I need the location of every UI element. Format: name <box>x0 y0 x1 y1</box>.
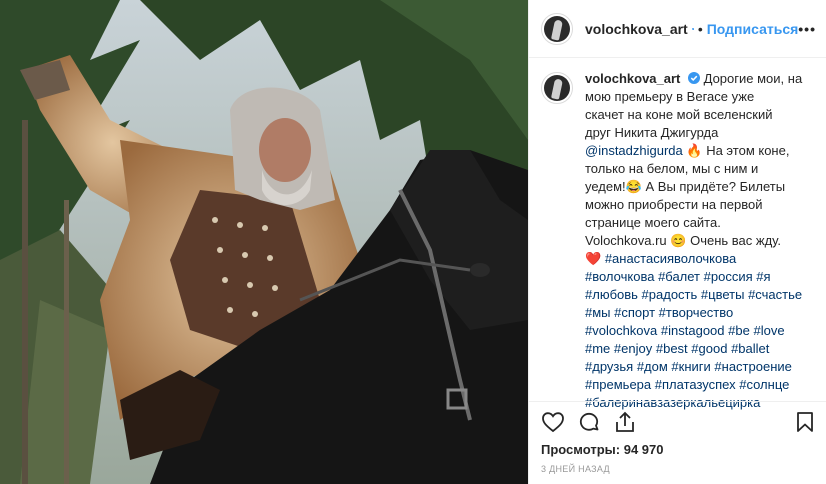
hashtag-link[interactable]: #цветы <box>701 287 745 302</box>
author-username[interactable]: volochkova_art <box>585 21 688 37</box>
heart-emoji: ❤️ <box>585 251 602 266</box>
post-video[interactable] <box>0 0 528 484</box>
hashtag-link[interactable]: #volochkova <box>585 323 657 338</box>
post-timestamp[interactable]: 3 дней назад <box>541 464 610 474</box>
post-actions <box>529 401 826 441</box>
hashtag-link[interactable]: #книги <box>671 359 710 374</box>
bookmark-icon[interactable] <box>793 410 817 434</box>
smile-emoji: 😊 <box>670 233 687 248</box>
caption-line: На этом коне, <box>706 143 790 158</box>
caption-line: только на белом, мы с ним и <box>585 161 759 176</box>
caption-line: мою премьеру в Вегасе уже <box>585 89 755 104</box>
hashtag-link[interactable]: #радость <box>642 287 698 302</box>
follow-button[interactable]: Подписаться <box>707 21 799 37</box>
caption-line: странице моего сайта. <box>585 215 721 230</box>
caption-avatar[interactable] <box>541 72 573 104</box>
hashtag-link[interactable]: #ballet <box>731 341 769 356</box>
hashtag-link[interactable]: #премьера <box>585 377 651 392</box>
caption-line: друг Никита Джигурда <box>585 125 719 140</box>
separator-dot: • <box>697 20 703 37</box>
caption-line: уедем! <box>585 179 626 194</box>
hashtag-list: #анастасияволочкова #волочкова #балет #р… <box>585 251 802 410</box>
caption-line: А Вы придёте? Билеты <box>645 179 786 194</box>
share-icon[interactable] <box>613 410 637 434</box>
hashtag-link[interactable]: #счастье <box>748 287 802 302</box>
verified-badge-icon <box>691 27 694 30</box>
hashtag-link[interactable]: #анастасияволочкова <box>605 251 736 266</box>
more-options-icon[interactable]: ••• <box>798 21 816 37</box>
hashtag-link[interactable]: #платазуспех <box>655 377 736 392</box>
caption-line: Дорогие мои, на <box>703 71 803 86</box>
mention-link[interactable]: @instadzhigurda <box>585 143 683 158</box>
hashtag-link[interactable]: #я <box>756 269 770 284</box>
caption-text: volochkova_art Дорогие мои, на мою премь… <box>585 70 805 412</box>
verified-badge-icon <box>688 72 700 84</box>
hashtag-link[interactable]: #instagood <box>661 323 725 338</box>
hashtag-link[interactable]: #балет <box>658 269 700 284</box>
hashtag-link[interactable]: #настроение <box>714 359 791 374</box>
hashtag-link[interactable]: #спорт <box>614 305 655 320</box>
hashtag-link[interactable]: #me <box>585 341 610 356</box>
caption-line: скачет на коне мой вселенский <box>585 107 773 122</box>
post-caption: volochkova_art Дорогие мои, на мою премь… <box>541 70 819 412</box>
hashtag-link[interactable]: #good <box>691 341 727 356</box>
post-details-panel: volochkova_art • Подписаться ••• volochk… <box>528 0 826 484</box>
view-count: Просмотры: 94 970 <box>541 442 663 457</box>
hashtag-link[interactable]: #творчество <box>659 305 734 320</box>
caption-line: Очень вас жду. <box>690 233 781 248</box>
hashtag-link[interactable]: #любовь <box>585 287 638 302</box>
views-number: 94 970 <box>623 442 664 457</box>
caption-line: Volochkova.ru <box>585 233 667 248</box>
heart-icon[interactable] <box>541 410 565 434</box>
hashtag-link[interactable]: #be <box>728 323 750 338</box>
author-avatar[interactable] <box>541 12 573 45</box>
laugh-emoji: 😂 <box>625 179 642 194</box>
video-frame-image <box>0 0 528 484</box>
hashtag-link[interactable]: #солнце <box>739 377 789 392</box>
post-header: volochkova_art • Подписаться ••• <box>529 0 826 58</box>
hashtag-link[interactable]: #love <box>753 323 784 338</box>
comment-icon[interactable] <box>577 410 601 434</box>
hashtag-link[interactable]: #дом <box>637 359 668 374</box>
hashtag-link[interactable]: #россия <box>704 269 753 284</box>
hashtag-link[interactable]: #best <box>656 341 688 356</box>
hashtag-link[interactable]: #волочкова <box>585 269 654 284</box>
hashtag-link[interactable]: #друзья <box>585 359 633 374</box>
views-label: Просмотры: <box>541 442 621 457</box>
hashtag-link[interactable]: #мы <box>585 305 611 320</box>
caption-line: можно приобрести на первой <box>585 197 763 212</box>
hashtag-link[interactable]: #enjoy <box>614 341 652 356</box>
caption-username[interactable]: volochkova_art <box>585 71 680 86</box>
fire-emoji: 🔥 <box>686 143 703 158</box>
